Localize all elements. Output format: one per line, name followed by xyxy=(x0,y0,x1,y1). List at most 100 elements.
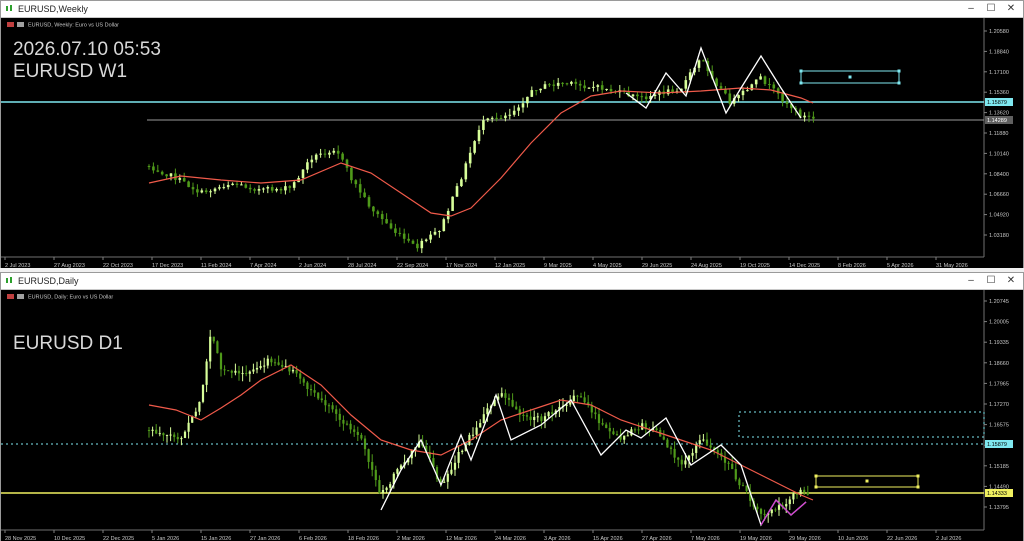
candle-body xyxy=(187,181,190,188)
candle-body xyxy=(529,416,532,420)
anchor-point xyxy=(865,479,869,483)
candle-body xyxy=(728,93,732,104)
date-label: 11 Feb 2024 xyxy=(201,263,231,268)
candle-body xyxy=(609,88,613,92)
date-label: 3 Apr 2026 xyxy=(544,536,571,541)
candle-body xyxy=(495,117,498,119)
candle-body xyxy=(204,190,208,193)
candle-body xyxy=(803,489,806,493)
minimize-button[interactable]: – xyxy=(961,273,981,289)
candle-body xyxy=(438,231,441,233)
candle-body xyxy=(178,178,182,180)
price-label: 1.16575 xyxy=(989,423,1009,429)
candle-body xyxy=(636,94,639,97)
candle-body xyxy=(579,396,583,398)
candle-body xyxy=(201,384,205,402)
weekly-chart-window[interactable]: EURUSD,Weekly – ☐ ✕ EURUSD, Weekly: Euro… xyxy=(0,0,1024,268)
candle-body xyxy=(270,358,273,363)
candle-body xyxy=(424,239,428,241)
candle-body xyxy=(165,434,169,436)
candle-body xyxy=(709,445,712,448)
close-button[interactable]: ✕ xyxy=(1001,273,1021,289)
maximize-button[interactable]: ☐ xyxy=(981,1,1001,17)
weekly-window-title: EURUSD,Weekly xyxy=(18,4,88,14)
candle-body xyxy=(731,463,734,470)
candle-body xyxy=(759,508,763,514)
candle-body xyxy=(262,188,265,190)
candle-body xyxy=(314,154,318,160)
anchor-point xyxy=(799,69,803,73)
candle-body xyxy=(450,469,453,474)
candle-body xyxy=(169,173,173,177)
candle-body xyxy=(374,469,377,481)
date-label: 17 Nov 2024 xyxy=(446,263,477,268)
candle-body xyxy=(774,509,777,511)
candle-body xyxy=(482,414,485,424)
candle-body xyxy=(597,414,601,424)
candle-body xyxy=(727,462,730,464)
date-label: 6 Feb 2026 xyxy=(299,536,327,541)
candle-body xyxy=(350,167,353,181)
candle-body xyxy=(772,84,776,89)
candle-body xyxy=(499,118,503,120)
candle-body xyxy=(512,110,516,115)
date-label: 29 Jun 2025 xyxy=(642,263,672,268)
price-label: 1.08400 xyxy=(989,172,1009,178)
candle-body xyxy=(389,484,392,488)
weekly-titlebar[interactable]: EURUSD,Weekly – ☐ ✕ xyxy=(1,1,1023,18)
candle-body xyxy=(288,186,292,188)
candle-body xyxy=(349,423,352,430)
candle-body xyxy=(741,485,745,487)
candle-body xyxy=(605,88,608,90)
candle-body xyxy=(252,369,255,372)
candle-body xyxy=(226,185,230,188)
candle-body xyxy=(608,427,611,432)
candle-body xyxy=(396,469,399,474)
candle-body xyxy=(746,90,749,92)
daily-overlay-symbol: EURUSD D1 xyxy=(13,333,123,354)
daily-price-chart[interactable]: EURUSD, Daily: Euro vs US Dollar 1.20745 1… xyxy=(1,290,1023,541)
candle-body xyxy=(576,395,579,397)
candle-body xyxy=(504,393,507,398)
weekly-resistance-line-price-label: 1.15879 xyxy=(987,100,1007,106)
close-button[interactable]: ✕ xyxy=(1001,1,1021,17)
candle-body xyxy=(785,504,788,507)
daily-chart-window[interactable]: EURUSD,Daily – ☐ ✕ EURUSD, Daily: Euro v… xyxy=(0,272,1024,541)
candle-body xyxy=(385,219,388,224)
candle-body xyxy=(245,373,248,375)
candle-body xyxy=(669,447,673,449)
candle-body xyxy=(227,370,230,372)
candle-body xyxy=(677,457,680,460)
candle-body xyxy=(198,401,201,412)
candle-body xyxy=(292,182,296,188)
candle-body xyxy=(169,434,172,436)
candle-body xyxy=(328,152,331,155)
price-label: 1.17100 xyxy=(989,70,1009,76)
candle-body xyxy=(697,60,701,68)
candle-body xyxy=(522,414,525,416)
candle-body xyxy=(666,89,670,95)
daily-titlebar[interactable]: EURUSD,Daily – ☐ ✕ xyxy=(1,273,1023,290)
candle-body xyxy=(299,373,302,379)
candle-body xyxy=(561,82,564,84)
candle-body xyxy=(615,434,619,436)
candle-body xyxy=(235,183,239,185)
candle-body xyxy=(547,412,550,417)
daily-resistance-line-price-label: 1.15879 xyxy=(987,442,1007,448)
candle-body xyxy=(156,170,160,172)
candle-body xyxy=(698,440,701,445)
date-label: 27 Jan 2026 xyxy=(250,536,280,541)
date-label: 22 Oct 2023 xyxy=(103,263,133,268)
chart-background xyxy=(1,290,1023,541)
date-label: 5 Apr 2026 xyxy=(887,263,914,268)
candle-body xyxy=(460,179,463,187)
candle-body xyxy=(612,431,615,435)
maximize-button[interactable]: ☐ xyxy=(981,273,1001,289)
candle-body xyxy=(263,365,266,367)
anchor-point xyxy=(848,75,852,79)
candle-body xyxy=(291,369,295,372)
candle-body xyxy=(407,238,410,241)
candle-body xyxy=(551,412,554,414)
minimize-button[interactable]: – xyxy=(961,1,981,17)
candle-body xyxy=(244,184,248,188)
